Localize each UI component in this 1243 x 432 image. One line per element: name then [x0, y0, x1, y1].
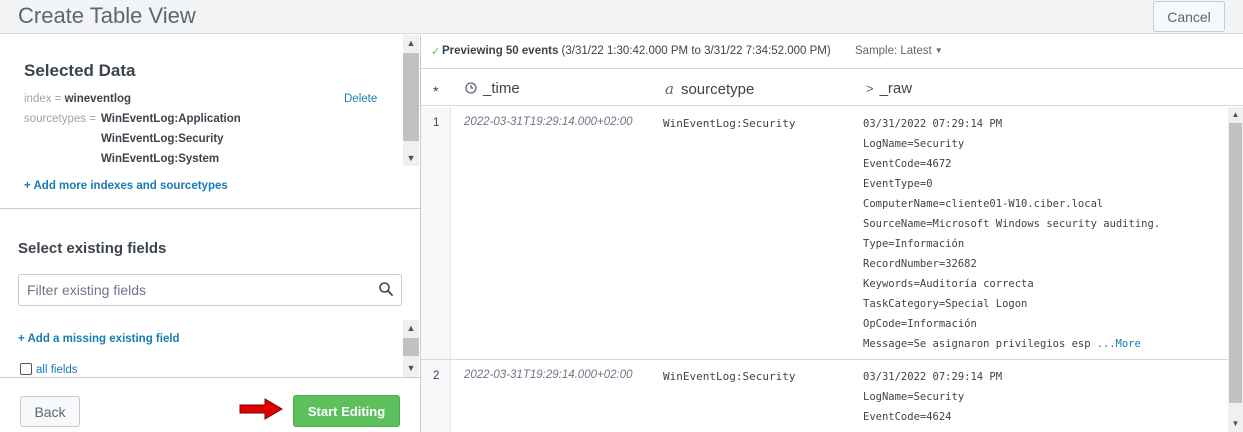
table-body: 1 2022-03-31T19:29:14.000+02:00 WinEvent… [421, 107, 1229, 432]
raw-line: TaskCategory=Special Logon [863, 298, 1028, 310]
scroll-thumb[interactable] [1229, 123, 1242, 403]
left-panel: Selected Data index = wineventlog Delete… [0, 35, 421, 432]
scroll-thumb[interactable] [403, 53, 419, 141]
row-number: 1 [433, 117, 440, 129]
col-star-header: * [433, 83, 439, 99]
sample-dropdown[interactable]: Sample: Latest ▼ [855, 45, 943, 57]
back-button[interactable]: Back [20, 396, 80, 427]
raw-line: LogName=Security [863, 138, 965, 150]
delete-link[interactable]: Delete [344, 93, 377, 105]
row-number: 2 [433, 370, 440, 382]
sourcetype-item: WinEventLog:Security [101, 133, 224, 145]
preview-range: (3/31/22 1:30:42.000 PM to 3/31/22 7:34:… [561, 45, 831, 57]
raw-line: 03/31/2022 07:29:14 PM [863, 371, 1003, 383]
fields-list: + Add a missing existing field all field… [0, 319, 420, 376]
red-arrow-icon [239, 398, 283, 420]
header-bar: Create Table View Cancel [0, 0, 1243, 34]
page-title: Create Table View [18, 3, 196, 28]
preview-status: Previewing 50 events (3/31/22 1:30:42.00… [442, 45, 831, 57]
clock-icon [465, 82, 477, 94]
section-divider [0, 208, 420, 209]
sample-label[interactable]: Sample: Latest [855, 45, 932, 57]
raw-line: OpCode=Información [863, 318, 977, 330]
scroll-down-icon[interactable]: ▼ [403, 150, 419, 166]
row-time: 2022-03-31T19:29:14.000+02:00 [464, 369, 633, 381]
scroll-up-icon[interactable]: ▲ [403, 320, 419, 336]
col-time-header[interactable]: _time [465, 80, 520, 97]
scroll-thumb[interactable] [403, 338, 419, 356]
raw-line: EventCode=4624 [863, 411, 952, 423]
cancel-button[interactable]: Cancel [1153, 1, 1225, 32]
col-raw-label[interactable]: _raw [880, 80, 913, 97]
row-sourcetype: WinEventLog:Security [663, 370, 796, 383]
preview-count: Previewing 50 events [442, 45, 559, 57]
row-sourcetype: WinEventLog:Security [663, 117, 796, 130]
col-time-label[interactable]: _time [483, 80, 520, 97]
raw-message: Message=Se asignaron privilegios esp [863, 338, 1091, 350]
search-icon[interactable] [378, 281, 394, 297]
index-value: wineventlog [64, 93, 132, 105]
index-key: index = [24, 93, 62, 105]
add-more-indexes-link[interactable]: + Add more indexes and sourcetypes [24, 180, 228, 192]
scroll-down-icon[interactable]: ▼ [403, 360, 419, 376]
start-editing-button[interactable]: Start Editing [293, 395, 400, 427]
selected-data-scrollbar[interactable]: ▲ ▼ [403, 35, 419, 166]
table-header: * _time a sourcetype > _raw [421, 70, 1243, 106]
sourcetypes-key: sourcetypes = [24, 113, 96, 125]
caret-down-icon[interactable]: ▼ [935, 46, 943, 55]
raw-line: SourceName=Microsoft Windows security au… [863, 218, 1161, 230]
create-table-view-window: Create Table View Cancel Selected Data i… [0, 0, 1243, 432]
raw-line: EventCode=4672 [863, 158, 952, 170]
existing-fields-title: Select existing fields [18, 240, 167, 257]
filter-fields-input[interactable] [18, 274, 402, 306]
more-link[interactable]: ...More [1097, 338, 1141, 350]
add-missing-field-link[interactable]: + Add a missing existing field [18, 333, 180, 345]
all-fields-checkbox-row[interactable]: all fields [20, 363, 78, 376]
table-row[interactable]: 1 2022-03-31T19:29:14.000+02:00 WinEvent… [421, 107, 1229, 359]
right-panel: ✓ Previewing 50 events (3/31/22 1:30:42.… [421, 35, 1243, 432]
raw-line: ComputerName=cliente01-W10.ciber.local [863, 198, 1104, 210]
row-time: 2022-03-31T19:29:14.000+02:00 [464, 116, 633, 128]
checkbox[interactable] [20, 363, 32, 375]
sourcetype-item: WinEventLog:Application [101, 113, 241, 125]
raw-line: RecordNumber=32682 [863, 258, 977, 270]
row-raw: 03/31/2022 07:29:14 PM LogName=Security … [863, 114, 1160, 354]
col-sourcetype-label[interactable]: sourcetype [681, 81, 754, 98]
string-type-icon: a [665, 80, 674, 98]
table-row[interactable]: 2 2022-03-31T19:29:14.000+02:00 WinEvent… [421, 360, 1229, 432]
selected-data-section: Selected Data index = wineventlog Delete… [0, 35, 403, 208]
raw-line: EventType=0 [863, 178, 933, 190]
col-raw-header[interactable]: > _raw [866, 80, 912, 97]
raw-line: Keywords=Auditoría correcta [863, 278, 1034, 290]
raw-type-icon: > [866, 81, 874, 96]
sourcetype-item: WinEventLog:System [101, 153, 220, 165]
raw-line: LogName=Security [863, 391, 965, 403]
preview-bar: ✓ Previewing 50 events (3/31/22 1:30:42.… [421, 35, 1243, 69]
fields-scrollbar[interactable]: ▲ ▼ [403, 320, 419, 377]
col-sourcetype-header[interactable]: a sourcetype [665, 80, 754, 98]
raw-line: 03/31/2022 07:29:14 PM [863, 118, 1003, 130]
scroll-down-icon[interactable]: ▼ [1228, 416, 1243, 432]
scroll-up-icon[interactable]: ▲ [1228, 107, 1243, 123]
raw-line: Type=Información [863, 238, 965, 250]
table-scrollbar[interactable]: ▲ ▼ [1228, 107, 1243, 432]
index-row: index = wineventlog [24, 93, 131, 105]
raw-line-message: Message=Se asignaron privilegios esp ...M… [863, 334, 1160, 354]
checkmark-icon: ✓ [431, 46, 441, 58]
selected-data-title: Selected Data [24, 61, 136, 80]
row-raw: 03/31/2022 07:29:14 PM LogName=Security … [863, 367, 1002, 427]
left-footer: Back Start Editing [0, 377, 420, 432]
all-fields-label[interactable]: all fields [36, 364, 78, 376]
scroll-up-icon[interactable]: ▲ [403, 35, 419, 51]
